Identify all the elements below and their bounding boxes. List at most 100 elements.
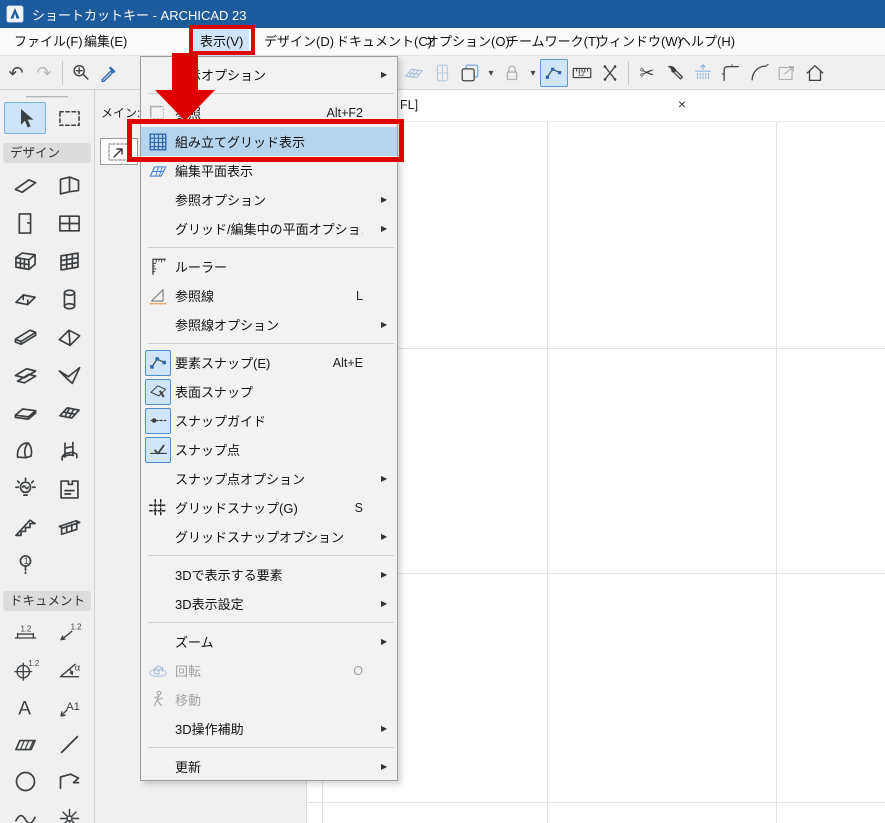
menu-item-label: 回転 — [175, 664, 202, 679]
curtain-wall-tool[interactable] — [4, 245, 46, 277]
angle-dimension-tool[interactable]: α — [48, 654, 90, 686]
menu-item-grid-snap[interactable]: グリッドスナップ(G) S — [141, 493, 397, 522]
caret-down-icon[interactable]: ▾ — [484, 59, 498, 87]
menu-item-zoom[interactable]: ズーム ▶ — [141, 627, 397, 656]
offset-copy-icon[interactable] — [456, 59, 484, 87]
submenu-arrow-icon: ▶ — [381, 599, 388, 608]
wall-tool[interactable] — [4, 169, 46, 201]
home-icon — [806, 65, 824, 81]
grid-snap-icon — [149, 498, 167, 517]
toolbox-section-document[interactable]: ドキュメント — [3, 591, 91, 611]
fill-tool[interactable] — [4, 728, 46, 760]
slab-tool[interactable] — [4, 397, 46, 429]
element-snap-toolbar-icon[interactable] — [540, 59, 568, 87]
menu-item-3d-view-settings[interactable]: 3D表示設定 ▶ — [141, 589, 397, 618]
stretch-icon[interactable] — [596, 59, 624, 87]
lamp-tool — [14, 476, 36, 496]
toolbox-section-design[interactable]: デザイン — [3, 143, 91, 163]
tab-floor-plan[interactable]: FL] — [400, 98, 418, 112]
door-panel-tool[interactable] — [48, 169, 90, 201]
arc-icon — [751, 63, 769, 81]
archicad-logo-icon — [6, 5, 24, 23]
menu-item-snap-point[interactable]: スナップ点 — [141, 435, 397, 464]
door-tool[interactable] — [4, 207, 46, 239]
menu-item-grid-plane-options[interactable]: グリッド/編集中の平面オプション ▶ — [141, 214, 397, 243]
scissors-icon[interactable]: ✂ — [633, 59, 661, 87]
stretch-icon — [603, 65, 617, 81]
home-icon[interactable] — [801, 59, 829, 87]
toolbar-right-group: ▾ ▾ 12 ✂ — [400, 56, 829, 90]
menu-item-guide-line-options[interactable]: 参照線オプション ▶ — [141, 310, 397, 339]
column-tool[interactable] — [48, 283, 90, 315]
menu-item-refresh[interactable]: 更新 ▶ — [141, 752, 397, 781]
orbit-icon — [141, 660, 175, 682]
menu-separator — [141, 339, 397, 348]
tab-close-icon[interactable]: × — [673, 95, 691, 113]
window-grid-tool[interactable] — [48, 245, 90, 277]
marquee-tool[interactable] — [48, 102, 90, 134]
beam-tool[interactable] — [4, 321, 46, 353]
menu-item-orbit: 回転 O — [141, 656, 397, 685]
menu-edit[interactable]: 編集(E) — [78, 28, 133, 56]
level-dimension-tool[interactable]: 1.2 — [4, 654, 46, 686]
shell-dome-tool[interactable] — [4, 435, 46, 467]
leader-dimension-tool[interactable]: 1.2 — [48, 617, 90, 649]
menu-bar: ファイル(F) 編集(E) 表示(V) デザイン(D) ドキュメント(C) オプション(O… — [0, 28, 885, 56]
menu-item-surface-snap[interactable]: 表面スナップ — [141, 377, 397, 406]
arc-icon[interactable] — [745, 59, 773, 87]
menu-item-snap-guide[interactable]: スナップガイド — [141, 406, 397, 435]
object-tool[interactable] — [48, 435, 90, 467]
menu-item-reference-options[interactable]: 参照オプション ▶ — [141, 185, 397, 214]
arrow-tool[interactable] — [4, 102, 46, 134]
palette-drag-handle[interactable] — [26, 96, 68, 98]
annotation-arrow-head — [155, 90, 215, 121]
dimension-tool[interactable]: 1.2 — [4, 617, 46, 649]
menu-item-element-snap[interactable]: 要素スナップ(E) Alt+E — [141, 348, 397, 377]
submenu-arrow-icon: ▶ — [381, 195, 388, 204]
measure-icon[interactable]: 12 — [568, 59, 596, 87]
window-tool[interactable] — [48, 207, 90, 239]
pick-up-parameters-icon[interactable] — [95, 59, 123, 87]
title-bar: ショートカットキー - ARCHICAD 23 — [0, 0, 885, 28]
roof-tool[interactable] — [48, 321, 90, 353]
fillet-corner-icon[interactable] — [717, 59, 745, 87]
polyline-tool[interactable] — [48, 765, 90, 797]
lamp-tool[interactable] — [4, 473, 46, 505]
line-tool[interactable] — [48, 728, 90, 760]
hotspot-tool[interactable] — [48, 802, 90, 823]
stair-tool[interactable] — [4, 511, 46, 543]
caret-down-icon[interactable]: ▾ — [526, 59, 540, 87]
zone-tool[interactable] — [48, 473, 90, 505]
menu-item-guide-line[interactable]: 参照線 L — [141, 281, 397, 310]
corner-window-tool[interactable] — [4, 283, 46, 315]
label-tool[interactable]: A1 — [48, 691, 90, 723]
railing-tool[interactable] — [48, 511, 90, 543]
undo-icon[interactable]: ↶ — [2, 59, 30, 87]
menu-item-shortcut: O — [353, 663, 363, 678]
text-tool[interactable]: A — [4, 691, 46, 723]
menu-design[interactable]: デザイン(D) — [258, 28, 340, 56]
change-marker-tool[interactable]: 1 — [4, 549, 46, 581]
submenu-arrow-icon: ▶ — [381, 224, 388, 233]
grid-line-vertical — [776, 122, 777, 823]
menu-item-label: 3Dで表示する要素 — [175, 568, 283, 583]
menu-item-3d-navigation-aid[interactable]: 3D操作補助 ▶ — [141, 714, 397, 743]
shell-slab-tool[interactable] — [4, 359, 46, 391]
mesh-tool[interactable] — [48, 397, 90, 429]
menu-file[interactable]: ファイル(F) — [8, 28, 89, 56]
axe-icon[interactable] — [661, 59, 689, 87]
menu-item-elements-in-3d[interactable]: 3Dで表示する要素 ▶ — [141, 560, 397, 589]
menu-item-grid-snap-options[interactable]: グリッドスナップオプション ▶ — [141, 522, 397, 551]
pick-up-parameters-icon — [101, 66, 116, 82]
shell-ruled-tool[interactable] — [48, 359, 90, 391]
resize-icon — [773, 59, 801, 87]
menu-item-ruler[interactable]: ルーラー — [141, 252, 397, 281]
annotation-arrow-shaft — [172, 53, 198, 92]
zoom-reset-icon[interactable] — [67, 59, 95, 87]
menu-item-snap-point-options[interactable]: スナップ点オプション ▶ — [141, 464, 397, 493]
menu-help[interactable]: ヘルプ(H) — [672, 28, 741, 56]
spline-tool[interactable] — [4, 802, 46, 823]
circle-tool[interactable] — [4, 765, 46, 797]
menu-item-label: 3D操作補助 — [175, 722, 244, 737]
submenu-arrow-icon: ▶ — [381, 570, 388, 579]
